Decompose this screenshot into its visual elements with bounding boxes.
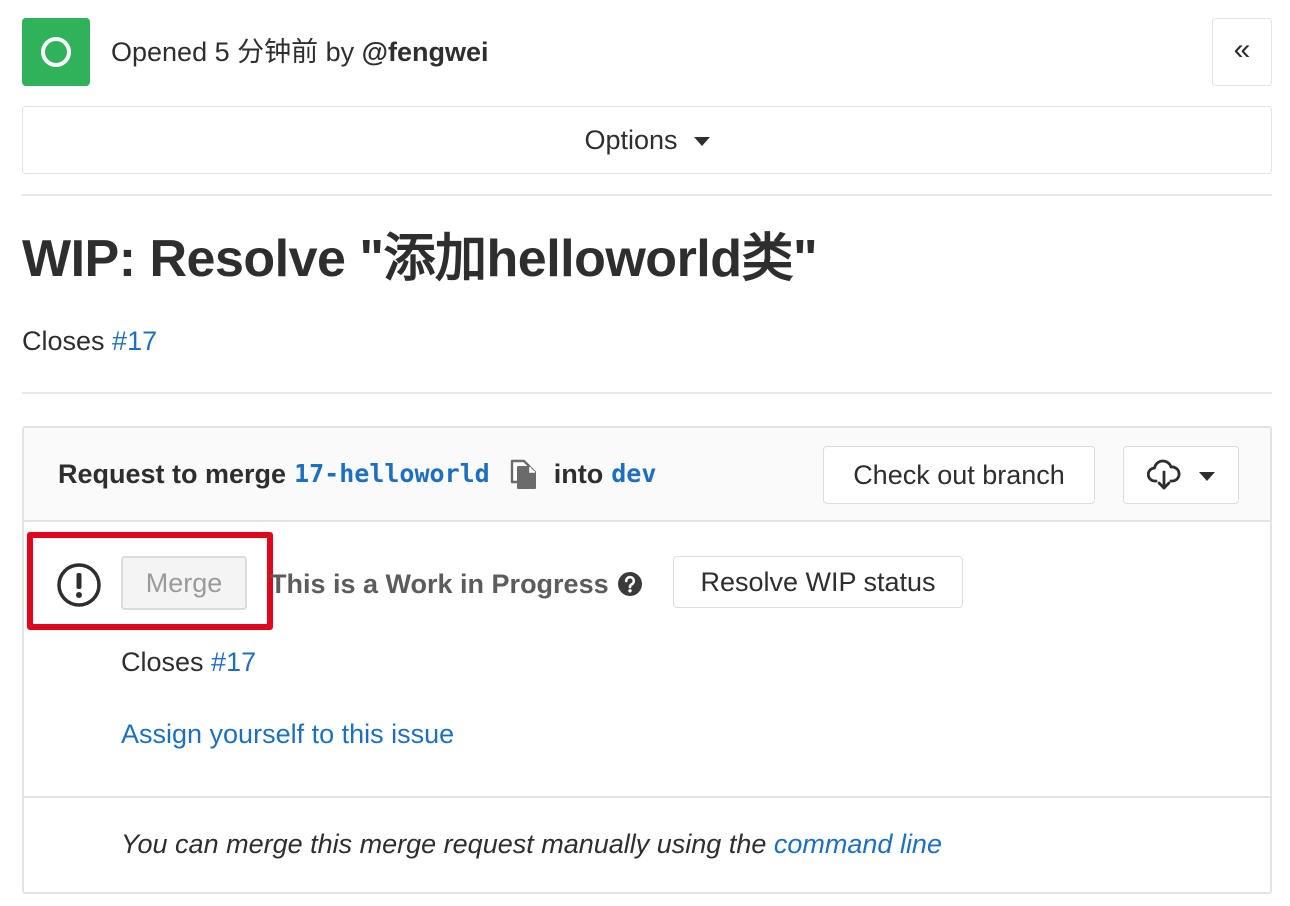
author-link[interactable]: @fengwei: [362, 37, 489, 67]
open-status-icon: [22, 18, 90, 86]
divider: [22, 194, 1272, 196]
chevron-down-icon: [693, 137, 710, 146]
divider: [24, 796, 1270, 798]
cloud-download-icon: [1147, 459, 1181, 490]
closes-issue-link[interactable]: #17: [211, 647, 256, 677]
description-closes-label: Closes: [22, 326, 105, 356]
request-to-merge-label: Request to merge: [58, 459, 287, 489]
closes-label: Closes: [121, 647, 204, 677]
options-dropdown-button[interactable]: Options: [22, 106, 1272, 174]
closes-issue-line: Closes #17: [121, 644, 256, 680]
merge-widget: Request to merge 17-helloworld into dev …: [22, 426, 1272, 894]
merge-button[interactable]: Merge: [121, 556, 247, 610]
mr-description: Closes #17: [22, 322, 157, 360]
command-line-link[interactable]: command line: [774, 829, 942, 859]
merge-widget-header: Request to merge 17-helloworld into dev …: [24, 428, 1270, 522]
assign-yourself-link[interactable]: Assign yourself to this issue: [121, 716, 454, 752]
chevron-down-icon: [1199, 472, 1215, 481]
source-branch-link[interactable]: 17-helloworld: [294, 456, 490, 492]
divider: [22, 392, 1272, 394]
copy-clipboard-icon[interactable]: [508, 458, 538, 490]
manual-merge-text: You can merge this merge request manuall…: [121, 826, 942, 862]
collapse-sidebar-button[interactable]: «: [1212, 18, 1272, 86]
wip-status-label: This is a Work in Progress: [270, 569, 609, 599]
question-circle-icon[interactable]: [617, 571, 643, 597]
manual-merge-label: You can merge this merge request manuall…: [121, 829, 767, 859]
options-label: Options: [584, 124, 678, 155]
wip-status-text: This is a Work in Progress: [270, 566, 643, 602]
warning-circle-icon: [57, 563, 101, 607]
merge-branches-line: Request to merge 17-helloworld into dev: [58, 456, 656, 492]
check-out-branch-button[interactable]: Check out branch: [823, 446, 1095, 504]
opened-time-text: Opened 5 分钟前 by: [111, 37, 362, 67]
page-title: WIP: Resolve "添加helloworld类": [22, 230, 818, 288]
description-issue-link[interactable]: #17: [112, 326, 157, 356]
opened-by-text: Opened 5 分钟前 by @fengwei: [111, 34, 488, 70]
download-dropdown-button[interactable]: [1123, 446, 1239, 504]
open-status-ring: [41, 37, 71, 67]
target-branch-link[interactable]: dev: [611, 456, 656, 492]
resolve-wip-status-button[interactable]: Resolve WIP status: [673, 556, 963, 608]
into-label: into: [553, 459, 604, 489]
